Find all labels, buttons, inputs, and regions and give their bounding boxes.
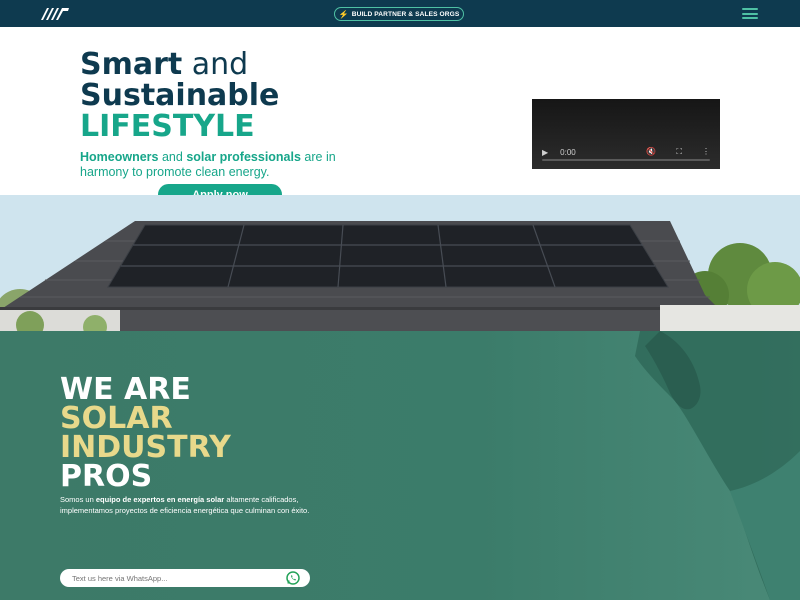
play-icon[interactable]: ▶ — [542, 148, 548, 157]
about-line-solar: SOLAR — [60, 401, 173, 436]
hero-subtitle: Homeowners and solar professionals are i… — [80, 150, 370, 180]
person-image — [635, 331, 800, 600]
muted-speaker-icon[interactable]: 🔇 — [646, 147, 656, 157]
hamburger-menu-icon[interactable] — [742, 8, 758, 19]
fullscreen-icon[interactable]: ⛶ — [676, 147, 682, 157]
hero-sub-homeowners: Homeowners — [80, 150, 159, 164]
hero-title-lifestyle: LIFESTYLE — [80, 109, 255, 144]
video-progress-track[interactable] — [542, 159, 710, 161]
about-heading: WE ARE SOLAR INDUSTRY PROS — [60, 372, 231, 494]
hero-title: Smart and Sustainable LIFESTYLE — [80, 49, 279, 142]
about-line-industry: INDUSTRY — [60, 430, 231, 465]
solar-roof-image — [0, 195, 800, 331]
brand-logo-icon[interactable] — [40, 7, 70, 21]
hero-title-sustainable: Sustainable — [80, 78, 280, 113]
desc-part2: equipo de expertos en energía solar — [95, 495, 225, 504]
more-options-icon[interactable]: ⋮ — [702, 147, 710, 157]
top-navbar: ⚡ BUILD PARTNER & SALES ORGS — [0, 0, 800, 27]
hero-sub-and: and — [158, 150, 187, 164]
whatsapp-bar[interactable] — [60, 569, 310, 587]
whatsapp-icon[interactable] — [286, 571, 300, 585]
hero-title-smart: Smart — [80, 47, 183, 82]
about-description: Somos un equipo de expertos en energía s… — [60, 495, 320, 516]
video-time: 0:00 — [560, 147, 576, 157]
whatsapp-input[interactable] — [72, 573, 272, 583]
desc-part1: Somos un — [60, 495, 96, 504]
video-player[interactable]: ▶ 0:00 🔇 ⛶ ⋮ — [532, 99, 720, 169]
about-line-pros: PROS — [60, 459, 153, 494]
pill-label: BUILD PARTNER & SALES ORGS — [351, 10, 460, 18]
hero-title-and: and — [182, 47, 249, 82]
build-partner-pill[interactable]: ⚡ BUILD PARTNER & SALES ORGS — [334, 7, 464, 21]
about-line-we-are: WE ARE — [60, 372, 191, 407]
hero-sub-pros: solar professionals — [186, 150, 301, 164]
lightning-icon: ⚡ — [338, 9, 349, 19]
